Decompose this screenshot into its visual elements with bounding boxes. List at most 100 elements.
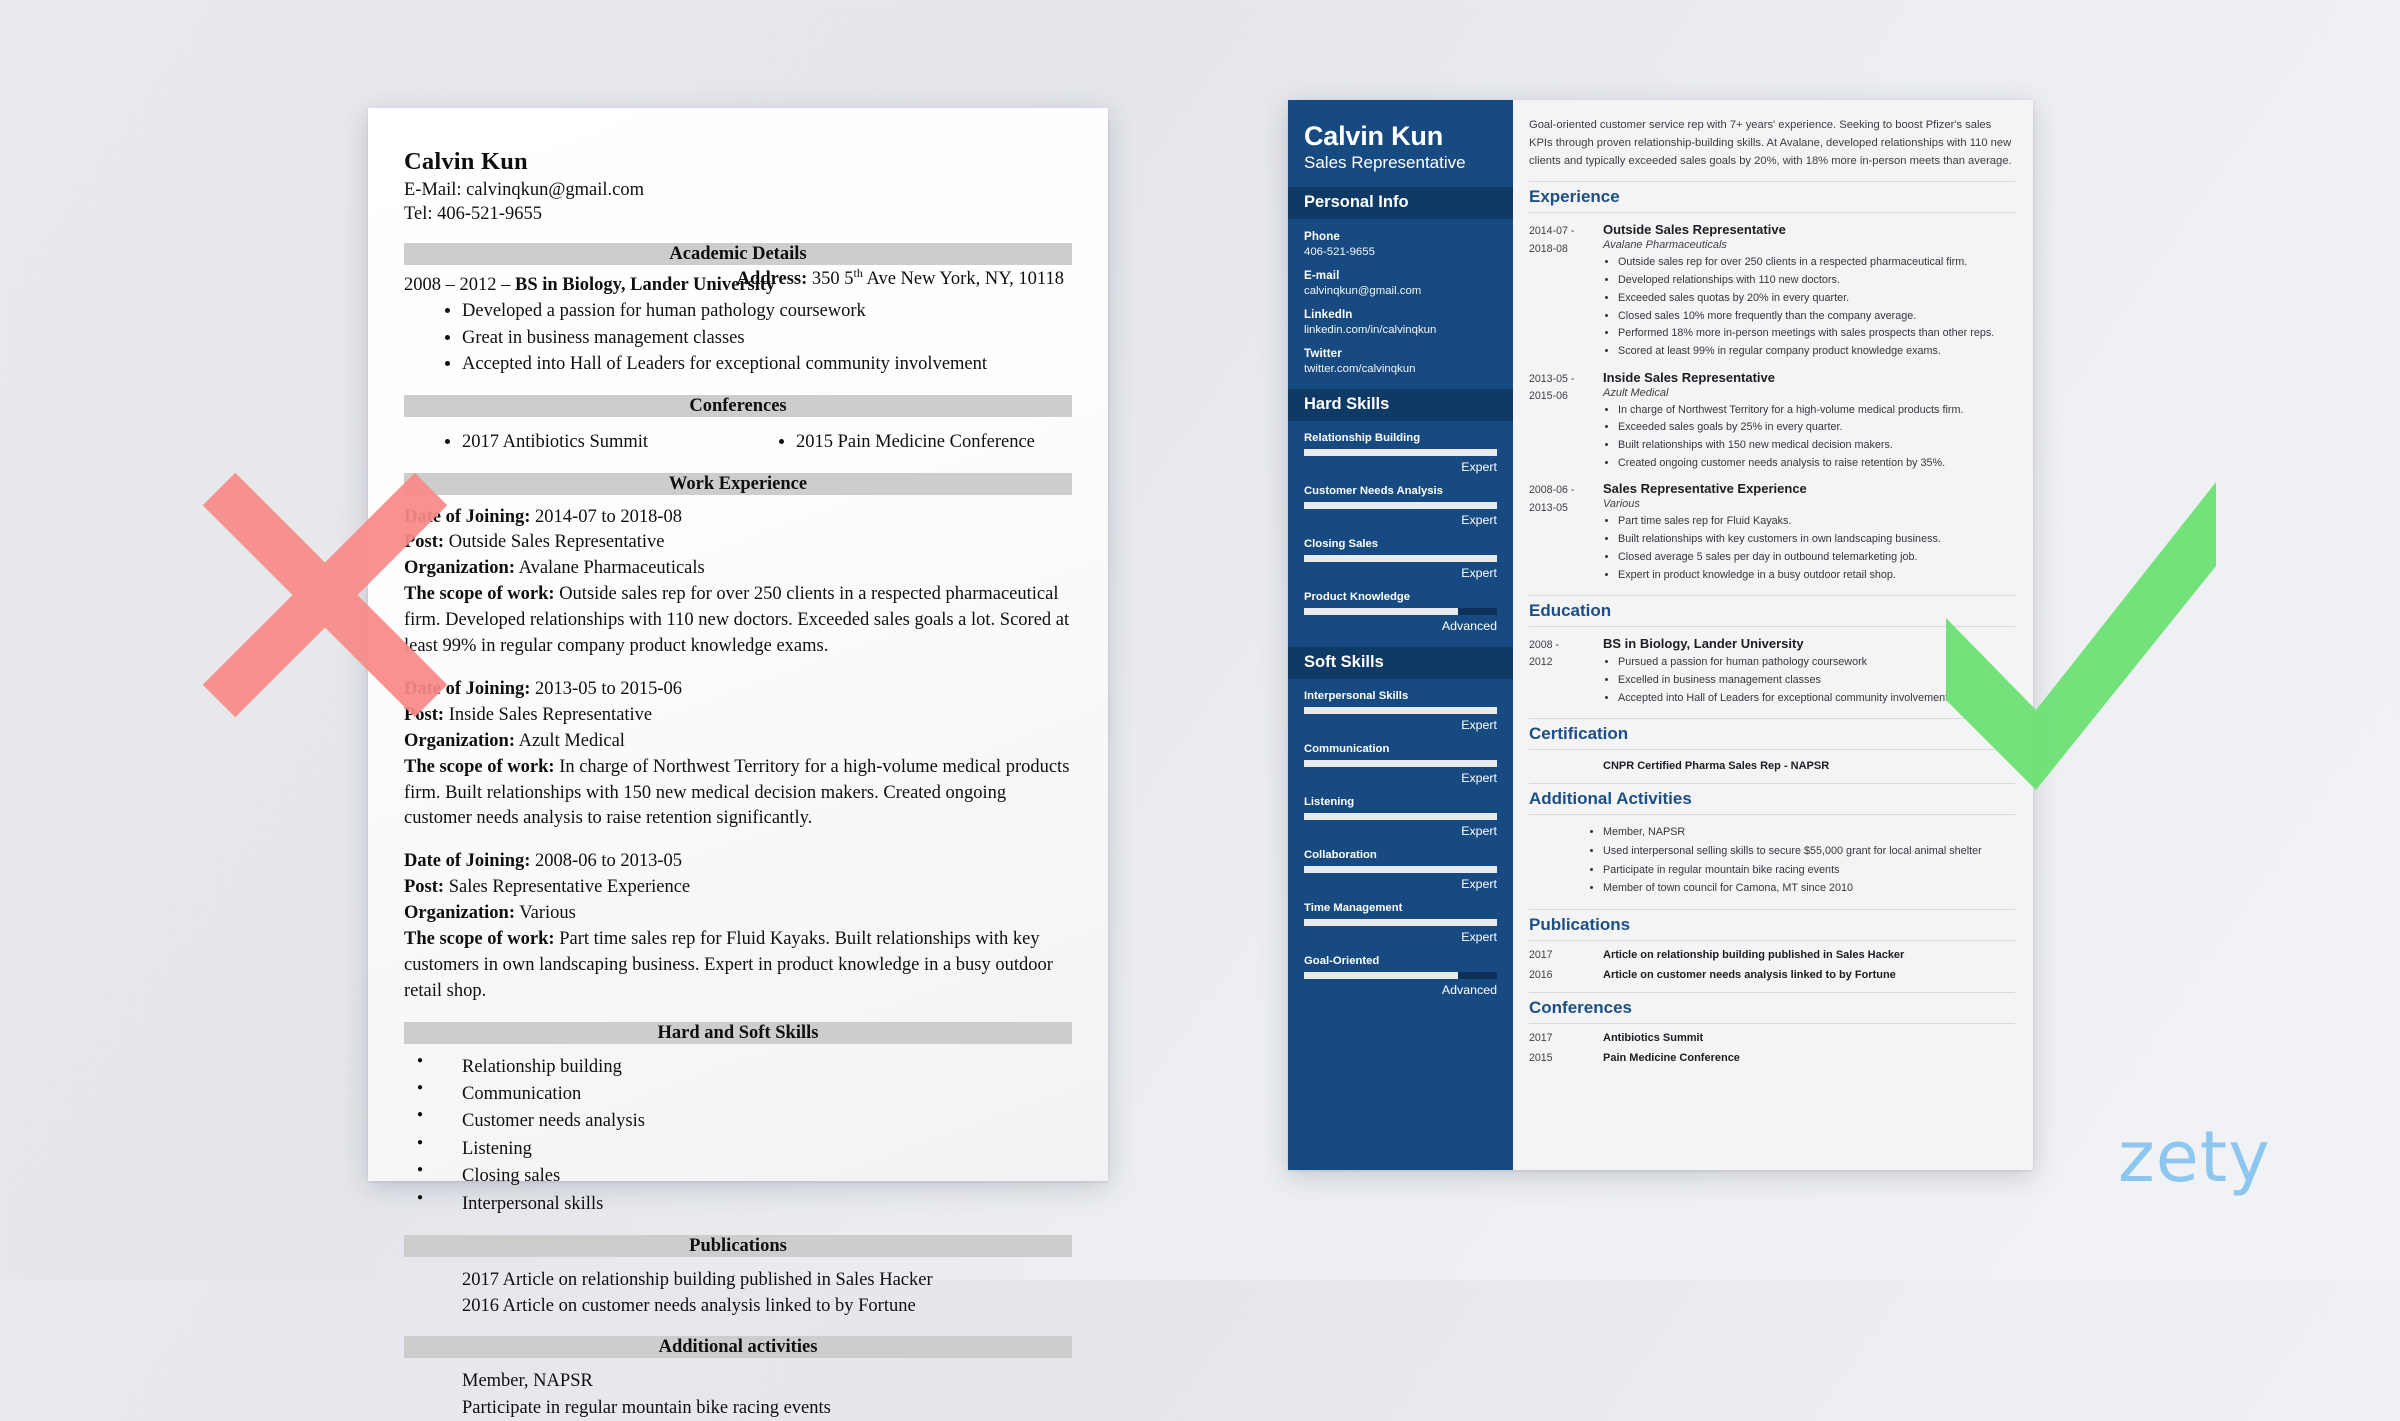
list-item: Member, NAPSR (1603, 823, 2015, 842)
skill-name: Goal-Oriented (1304, 955, 1380, 968)
list-item: Developed a passion for human pathology … (462, 298, 1072, 325)
list-item: Used interpersonal selling skills to sec… (1603, 842, 2015, 861)
list-item: Exceeded sales goals by 25% in every qua… (1618, 419, 2015, 437)
label-org: Organization: (404, 558, 515, 579)
contact-value: linkedin.com/in/calvinqkun (1304, 324, 1437, 337)
list-item: Excelled in business management classes (1618, 672, 2015, 690)
list-item: 2015 Pain Medicine Conference (796, 429, 1072, 456)
conference-text: Pain Medicine Conference (1603, 1051, 1740, 1064)
entry-role: Inside Sales Representative (1603, 369, 1775, 385)
contact-field-email: E-mail calvinqkun@gmail.com (1288, 269, 1513, 297)
skill-level: Advanced (1441, 619, 1497, 634)
skill-bar-fill (1304, 608, 1459, 616)
skill-bar-fill (1304, 866, 1497, 874)
good-resume-main-column: Goal-oriented customer service rep with … (1513, 100, 2033, 1170)
skill-row: Listening Expert (1288, 796, 1513, 838)
skill-row: Time Management Expert (1288, 902, 1513, 944)
bad-job-date: 2014-07 to 2018-08 (535, 506, 683, 527)
label-post: Post: (404, 704, 445, 725)
experience-entry: 2014-07 - 2018-08 Outside Sales Represen… (1529, 222, 2015, 360)
skill-bar (1304, 972, 1497, 980)
bad-job-org: Azult Medical (518, 730, 625, 751)
skill-name: Product Knowledge (1304, 591, 1411, 604)
bad-job-org: Various (519, 903, 576, 924)
list-item: Part time sales rep for Fluid Kayaks. (1618, 513, 2015, 531)
bad-education-bullets: Developed a passion for human pathology … (404, 298, 1072, 378)
conference-row: 2015 Pain Medicine Conference (1529, 1052, 2015, 1064)
skill-level: Expert (1461, 718, 1497, 733)
contact-value: 406-521-9655 (1304, 246, 1375, 259)
good-resume-document: Calvin Kun Sales Representative Personal… (1288, 100, 2033, 1170)
publication-year: 2016 (1529, 968, 1553, 981)
certification-text: CNPR Certified Pharma Sales Rep - NAPSR (1603, 760, 1830, 773)
bad-section-publications: Publications (404, 1234, 1072, 1257)
skill-bar-fill (1304, 813, 1497, 821)
section-publications: Publications (1529, 908, 2015, 941)
contact-value: twitter.com/calvinqkun (1304, 363, 1416, 376)
bad-job-org: Avalane Pharmaceuticals (518, 558, 705, 579)
skill-bar (1304, 608, 1497, 616)
skill-name: Communication (1304, 743, 1390, 756)
entry-org: Various (1603, 498, 1640, 511)
bad-resume-email: E-Mail: calvinqkun@gmail.com (404, 180, 645, 200)
list-item: Relationship building (417, 1054, 1072, 1081)
list-item: Built relationships with key customers i… (1618, 531, 2015, 549)
skill-bar (1304, 707, 1497, 715)
contact-label: LinkedIn (1304, 308, 1353, 322)
skill-level: Expert (1461, 513, 1497, 528)
label-scope: The scope of work: (404, 928, 555, 949)
bad-job-post: Sales Representative Experience (448, 877, 691, 898)
skill-row: Interpersonal Skills Expert (1288, 690, 1513, 732)
skill-level: Advanced (1441, 983, 1497, 998)
list-item: Closed sales 10% more frequently than th… (1618, 308, 2015, 326)
bad-conference-right: 2015 Pain Medicine Conference (738, 429, 1072, 456)
bad-job-entry: Date of Joining: 2008-06 to 2013-05 Post… (404, 849, 1072, 1004)
sidebar-section-soft-skills: Soft Skills (1288, 647, 1513, 680)
bad-section-additional: Additional activities (404, 1336, 1072, 1359)
list-item: Built relationships with 150 new medical… (1618, 437, 2015, 455)
skill-bar (1304, 760, 1497, 768)
skill-name: Collaboration (1304, 849, 1377, 862)
entry-bullets: Pursued a passion for human pathology co… (1603, 654, 2015, 707)
sidebar-section-hard-skills: Hard Skills (1288, 389, 1513, 422)
bad-resume-document: Calvin Kun E-Mail: calvinqkun@gmail.com … (368, 108, 1108, 1418)
contact-value: calvinqkun@gmail.com (1304, 285, 1422, 298)
skill-row: Collaboration Expert (1288, 849, 1513, 891)
section-additional-activities: Additional Activities (1529, 783, 2015, 816)
skill-bar (1304, 502, 1497, 510)
skill-level: Expert (1461, 930, 1497, 945)
skill-name: Relationship Building (1304, 432, 1421, 445)
bad-resume-address-post: Ave New York, NY, 10118 (862, 269, 1064, 290)
entry-dates: 2014-07 - 2018-08 (1529, 225, 1575, 255)
bad-education-years: 2008 – 2012 – (404, 275, 515, 296)
list-item: Scored at least 99% in regular company p… (1618, 343, 2015, 361)
list-item: Closed average 5 sales per day in outbou… (1618, 549, 2015, 567)
skill-name: Time Management (1304, 902, 1403, 915)
additional-activities-list: Member, NAPSR Used interpersonal selling… (1529, 823, 2015, 897)
skill-name: Listening (1304, 796, 1355, 809)
bad-job-post: Inside Sales Representative (448, 704, 653, 725)
experience-entry: 2013-05 - 2015-06 Inside Sales Represent… (1529, 370, 2015, 473)
contact-field-phone: Phone 406-521-9655 (1288, 230, 1513, 258)
publication-text: Article on relationship building publish… (1603, 948, 1905, 961)
list-item: Interpersonal skills (417, 1191, 1072, 1218)
skill-name: Customer Needs Analysis (1304, 485, 1443, 498)
skill-level: Expert (1461, 824, 1497, 839)
label-date: Date of Joining: (404, 506, 531, 527)
conference-text: Antibiotics Summit (1603, 1031, 1704, 1044)
contact-label: Twitter (1304, 347, 1342, 361)
skill-level: Expert (1461, 771, 1497, 786)
entry-dates: 2008 - 2012 (1529, 639, 1560, 669)
bad-section-conferences: Conferences (404, 394, 1072, 417)
label-date: Date of Joining: (404, 678, 531, 699)
bad-publications-list: 2017 Article on relationship building pu… (404, 1267, 1072, 1320)
list-item: Member, NAPSR (462, 1371, 593, 1392)
section-education: Education (1529, 595, 2015, 628)
list-item: Great in business management classes (462, 325, 1072, 352)
conference-row: 2017 Antibiotics Summit (1529, 1032, 2015, 1044)
bad-job-entry: Date of Joining: 2013-05 to 2015-06 Post… (404, 677, 1072, 832)
bad-conference-columns: 2017 Antibiotics Summit 2015 Pain Medici… (404, 427, 1072, 456)
label-org: Organization: (404, 903, 515, 924)
conference-year: 2015 (1529, 1051, 1553, 1064)
skill-level: Expert (1461, 566, 1497, 581)
